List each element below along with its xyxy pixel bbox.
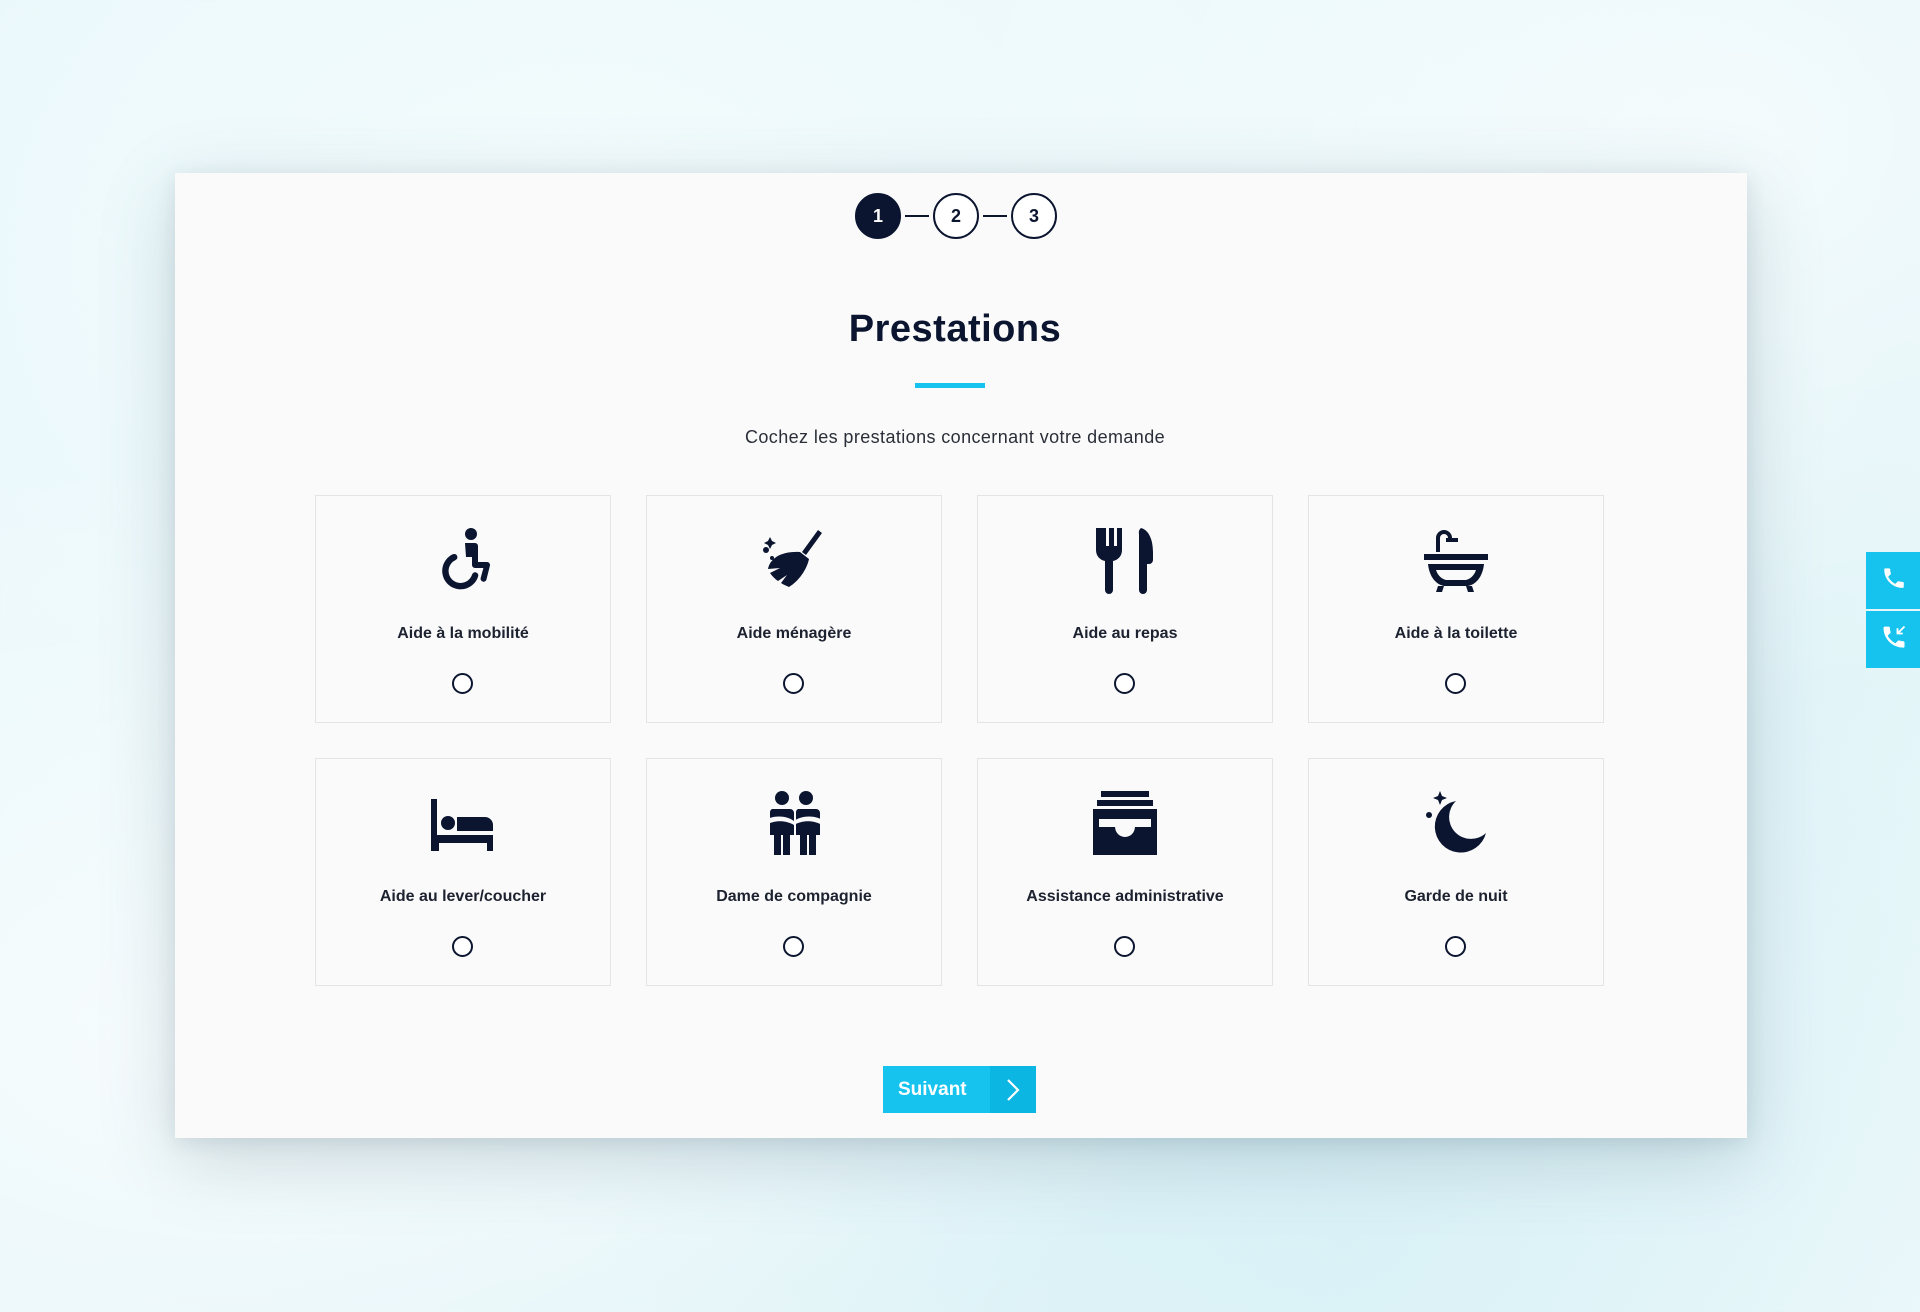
- option-label: Aide à la mobilité: [397, 625, 529, 642]
- utensils-icon: [978, 524, 1272, 596]
- next-button-label: Suivant: [898, 1078, 967, 1100]
- step-3[interactable]: 3: [1011, 193, 1057, 239]
- bed-icon: [316, 787, 610, 859]
- bathtub-icon: [1309, 524, 1603, 596]
- step-2[interactable]: 2: [933, 193, 979, 239]
- page-title: Prestations: [848, 308, 1062, 350]
- phone-callback-icon: [1880, 623, 1908, 656]
- option-aide-menagere[interactable]: Aide ménagère: [646, 495, 942, 723]
- title-underline: [915, 383, 985, 388]
- moon-icon: [1309, 787, 1603, 859]
- option-assistance-administrative[interactable]: Assistance administrative: [977, 758, 1273, 986]
- inbox-tray-icon: [978, 787, 1272, 859]
- wheelchair-icon: [316, 524, 610, 596]
- stepper: 1 2 3: [165, 193, 1747, 239]
- option-label: Aide à la toilette: [1394, 625, 1518, 642]
- option-radio[interactable]: [452, 936, 473, 957]
- option-label: Aide au repas: [1072, 625, 1178, 642]
- option-radio[interactable]: [1114, 673, 1135, 694]
- step-connector: [983, 215, 1007, 217]
- option-radio[interactable]: [1114, 936, 1135, 957]
- option-label: Aide au lever/coucher: [379, 888, 547, 905]
- callback-button[interactable]: [1866, 611, 1920, 668]
- next-button[interactable]: Suivant: [883, 1066, 1036, 1113]
- option-dame-compagnie[interactable]: Dame de compagnie: [646, 758, 942, 986]
- option-aide-lever-coucher[interactable]: Aide au lever/coucher: [315, 758, 611, 986]
- option-label: Dame de compagnie: [716, 888, 872, 905]
- option-radio[interactable]: [1445, 673, 1466, 694]
- option-radio[interactable]: [783, 936, 804, 957]
- option-label: Garde de nuit: [1404, 888, 1508, 905]
- option-radio[interactable]: [452, 673, 473, 694]
- phone-icon: [1881, 565, 1907, 596]
- option-garde-nuit[interactable]: Garde de nuit: [1308, 758, 1604, 986]
- step-connector: [905, 215, 929, 217]
- page-subtitle: Cochez les prestations concernant votre …: [744, 427, 1166, 447]
- call-button[interactable]: [1866, 552, 1920, 609]
- option-radio[interactable]: [1445, 936, 1466, 957]
- step-1[interactable]: 1: [855, 193, 901, 239]
- option-aide-toilette[interactable]: Aide à la toilette: [1308, 495, 1604, 723]
- chevron-right-icon: [990, 1066, 1036, 1113]
- services-grid: Aide à la mobilité Aide ménagère Aide au…: [315, 495, 1604, 986]
- option-aide-mobilite[interactable]: Aide à la mobilité: [315, 495, 611, 723]
- option-label: Aide ménagère: [736, 625, 852, 642]
- side-contact-buttons: [1866, 552, 1920, 670]
- broom-icon: [647, 524, 941, 596]
- companions-icon: [647, 787, 941, 859]
- option-label: Assistance administrative: [1026, 888, 1224, 905]
- form-card: 1 2 3 Prestations Cochez les prestations…: [175, 173, 1920, 1138]
- option-radio[interactable]: [783, 673, 804, 694]
- option-aide-repas[interactable]: Aide au repas: [977, 495, 1273, 723]
